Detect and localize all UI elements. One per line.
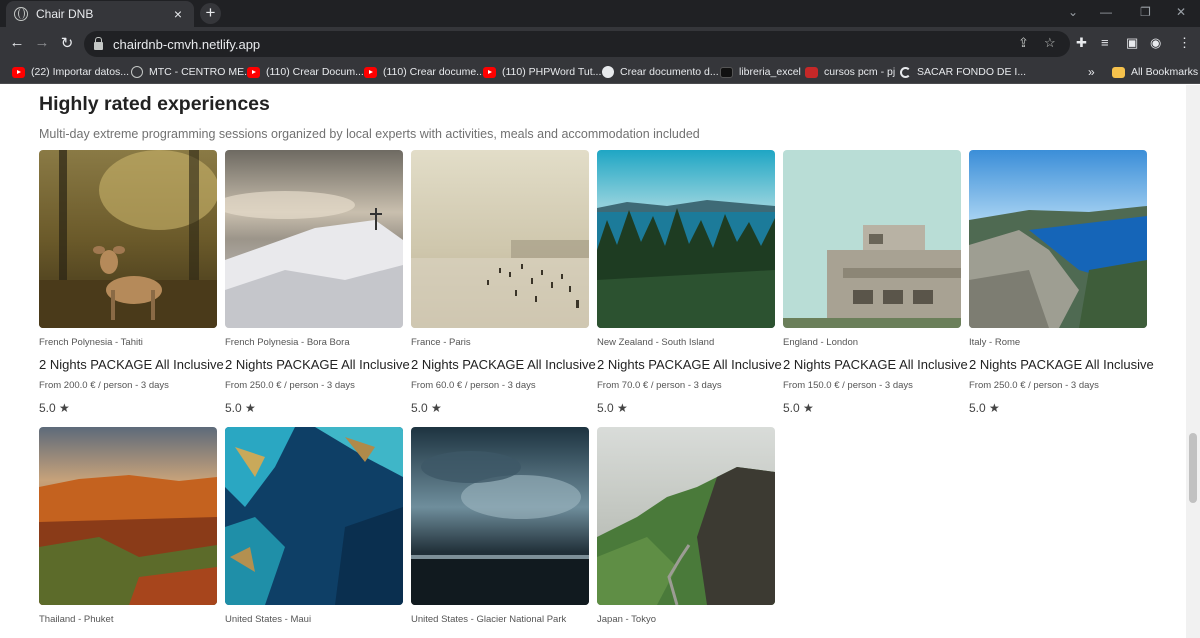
browser-toolbar: ← → ↻ chairdnb-cmvh.netlify.app ⇪ ☆ ✚ ≡ … [0,27,1200,60]
experience-photo[interactable] [39,427,217,605]
experience-title[interactable]: 2 Nights PACKAGE All Inclusive [969,357,1154,372]
experience-rating: 5.0 ★ [39,401,70,415]
experience-card[interactable]: United States - Glacier National Park [411,427,589,625]
experience-photo[interactable] [411,150,589,328]
experience-card[interactable]: New Zealand - South Island 2 Nights PACK… [597,150,782,415]
scrollbar-thumb[interactable] [1189,433,1197,503]
experience-photo[interactable] [39,150,217,328]
tab-search-icon[interactable]: ⌄ [1068,5,1078,19]
experience-location: French Polynesia - Tahiti [39,337,143,348]
experience-card[interactable]: England - London 2 Nights PACKAGE All In… [783,150,968,415]
experience-price: From 70.0 € / person - 3 days [597,380,722,391]
experience-location: Japan - Tokyo [597,614,656,625]
address-bar[interactable]: chairdnb-cmvh.netlify.app ⇪ ☆ [84,31,1070,57]
bookmark-item[interactable]: Crear documento d... [602,64,719,80]
experience-location: France - Paris [411,337,471,348]
bookmark-item[interactable]: cursos pcm - pj [805,64,895,80]
experience-price: From 250.0 € / person - 3 days [969,380,1099,391]
reload-icon[interactable]: ↻ [58,34,76,52]
experience-location: Thailand - Phuket [39,614,114,625]
experience-card[interactable]: France - Paris 2 Nights PACKAGE All Incl… [411,150,596,415]
experience-photo[interactable] [597,150,775,328]
share-icon[interactable]: ⇪ [1018,35,1029,51]
menu-icon[interactable]: ⋮ [1178,35,1191,51]
forward-icon[interactable]: → [33,34,51,51]
url-text[interactable]: chairdnb-cmvh.netlify.app [113,37,260,52]
experience-location: New Zealand - South Island [597,337,715,348]
experience-location: United States - Glacier National Park [411,614,567,625]
experience-card[interactable]: Thailand - Phuket [39,427,217,625]
bookmark-item[interactable]: (110) Crear docume... [364,64,485,80]
profile-icon[interactable]: ◉ [1150,35,1161,51]
browser-tab[interactable]: Chair DNB × [6,1,194,27]
experience-title[interactable]: 2 Nights PACKAGE All Inclusive [39,357,224,372]
experience-card[interactable]: French Polynesia - Bora Bora 2 Nights PA… [225,150,410,415]
minimize-button[interactable]: — [1100,5,1112,19]
experience-rating: 5.0 ★ [783,401,814,415]
bookmark-item[interactable]: (22) Importar datos... [12,64,129,80]
experience-photo[interactable] [411,427,589,605]
new-tab-button[interactable]: + [200,3,221,24]
maximize-button[interactable]: ❐ [1140,5,1151,19]
bookmark-item[interactable]: SACAR FONDO DE I... [900,64,1026,80]
scrollbar[interactable] [1186,85,1200,638]
experience-price: From 150.0 € / person - 3 days [783,380,913,391]
experience-photo[interactable] [969,150,1147,328]
close-window-button[interactable]: ✕ [1176,5,1186,19]
tab-close-button[interactable]: × [170,6,186,22]
media-control-icon[interactable]: ≡ [1101,35,1109,50]
folder-icon [1112,66,1125,78]
experience-title[interactable]: 2 Nights PACKAGE All Inclusive [597,357,782,372]
experience-photo[interactable] [783,150,961,328]
experience-location: England - London [783,337,859,348]
experience-price: From 60.0 € / person - 3 days [411,380,536,391]
bookmark-item[interactable]: libreria_excel [720,64,801,80]
youtube-icon [483,66,496,78]
c-icon [900,66,911,78]
section-subheading: Multi-day extreme programming sessions o… [39,127,700,141]
tab-title: Chair DNB [36,7,94,21]
youtube-icon [364,66,377,78]
github-icon [720,66,733,78]
extensions-icon[interactable]: ✚ [1076,35,1087,51]
all-bookmarks-button[interactable]: All Bookmarks [1112,64,1198,80]
lock-icon[interactable] [94,36,103,50]
experience-rating: 5.0 ★ [597,401,628,415]
youtube-icon [12,66,25,78]
experience-title[interactable]: 2 Nights PACKAGE All Inclusive [783,357,968,372]
tab-strip: Chair DNB × + ⌄ — ❐ ✕ [0,0,1200,27]
page-content: Highly rated experiences Multi-day extre… [0,85,1186,638]
experience-title[interactable]: 2 Nights PACKAGE All Inclusive [411,357,596,372]
side-panel-icon[interactable]: ▣ [1126,35,1138,51]
bookmark-item[interactable]: MTC - CENTRO ME... [131,64,253,80]
youtube-icon [247,66,260,78]
experience-photo[interactable] [225,427,403,605]
bookmarks-bar: (22) Importar datos... MTC - CENTRO ME..… [0,60,1200,84]
bookmark-item[interactable]: (110) PHPWord Tut... [483,64,601,80]
experience-rating: 5.0 ★ [969,401,1000,415]
bookmark-star-icon[interactable]: ☆ [1044,35,1056,51]
experience-location: United States - Maui [225,614,312,625]
bookmark-item[interactable]: (110) Crear Docum... [247,64,364,80]
experience-card[interactable]: Italy - Rome 2 Nights PACKAGE All Inclus… [969,150,1154,415]
globe-icon [14,7,28,21]
wordpress-icon [602,66,614,78]
globe-icon [131,66,143,78]
experience-card[interactable]: Japan - Tokyo [597,427,775,625]
experience-price: From 200.0 € / person - 3 days [39,380,169,391]
back-icon[interactable]: ← [8,34,26,51]
experience-location: Italy - Rome [969,337,1021,348]
experience-rating: 5.0 ★ [225,401,256,415]
experience-title[interactable]: 2 Nights PACKAGE All Inclusive [225,357,410,372]
experience-location: French Polynesia - Bora Bora [225,337,350,348]
experience-photo[interactable] [597,427,775,605]
experience-card[interactable]: United States - Maui [225,427,403,625]
experience-photo[interactable] [225,150,403,328]
section-heading: Highly rated experiences [39,93,270,115]
experience-card[interactable]: French Polynesia - Tahiti 2 Nights PACKA… [39,150,224,415]
experience-rating: 5.0 ★ [411,401,442,415]
pcm-icon [805,66,818,78]
experience-price: From 250.0 € / person - 3 days [225,380,355,391]
bookmarks-overflow-button[interactable]: » [1088,64,1095,80]
